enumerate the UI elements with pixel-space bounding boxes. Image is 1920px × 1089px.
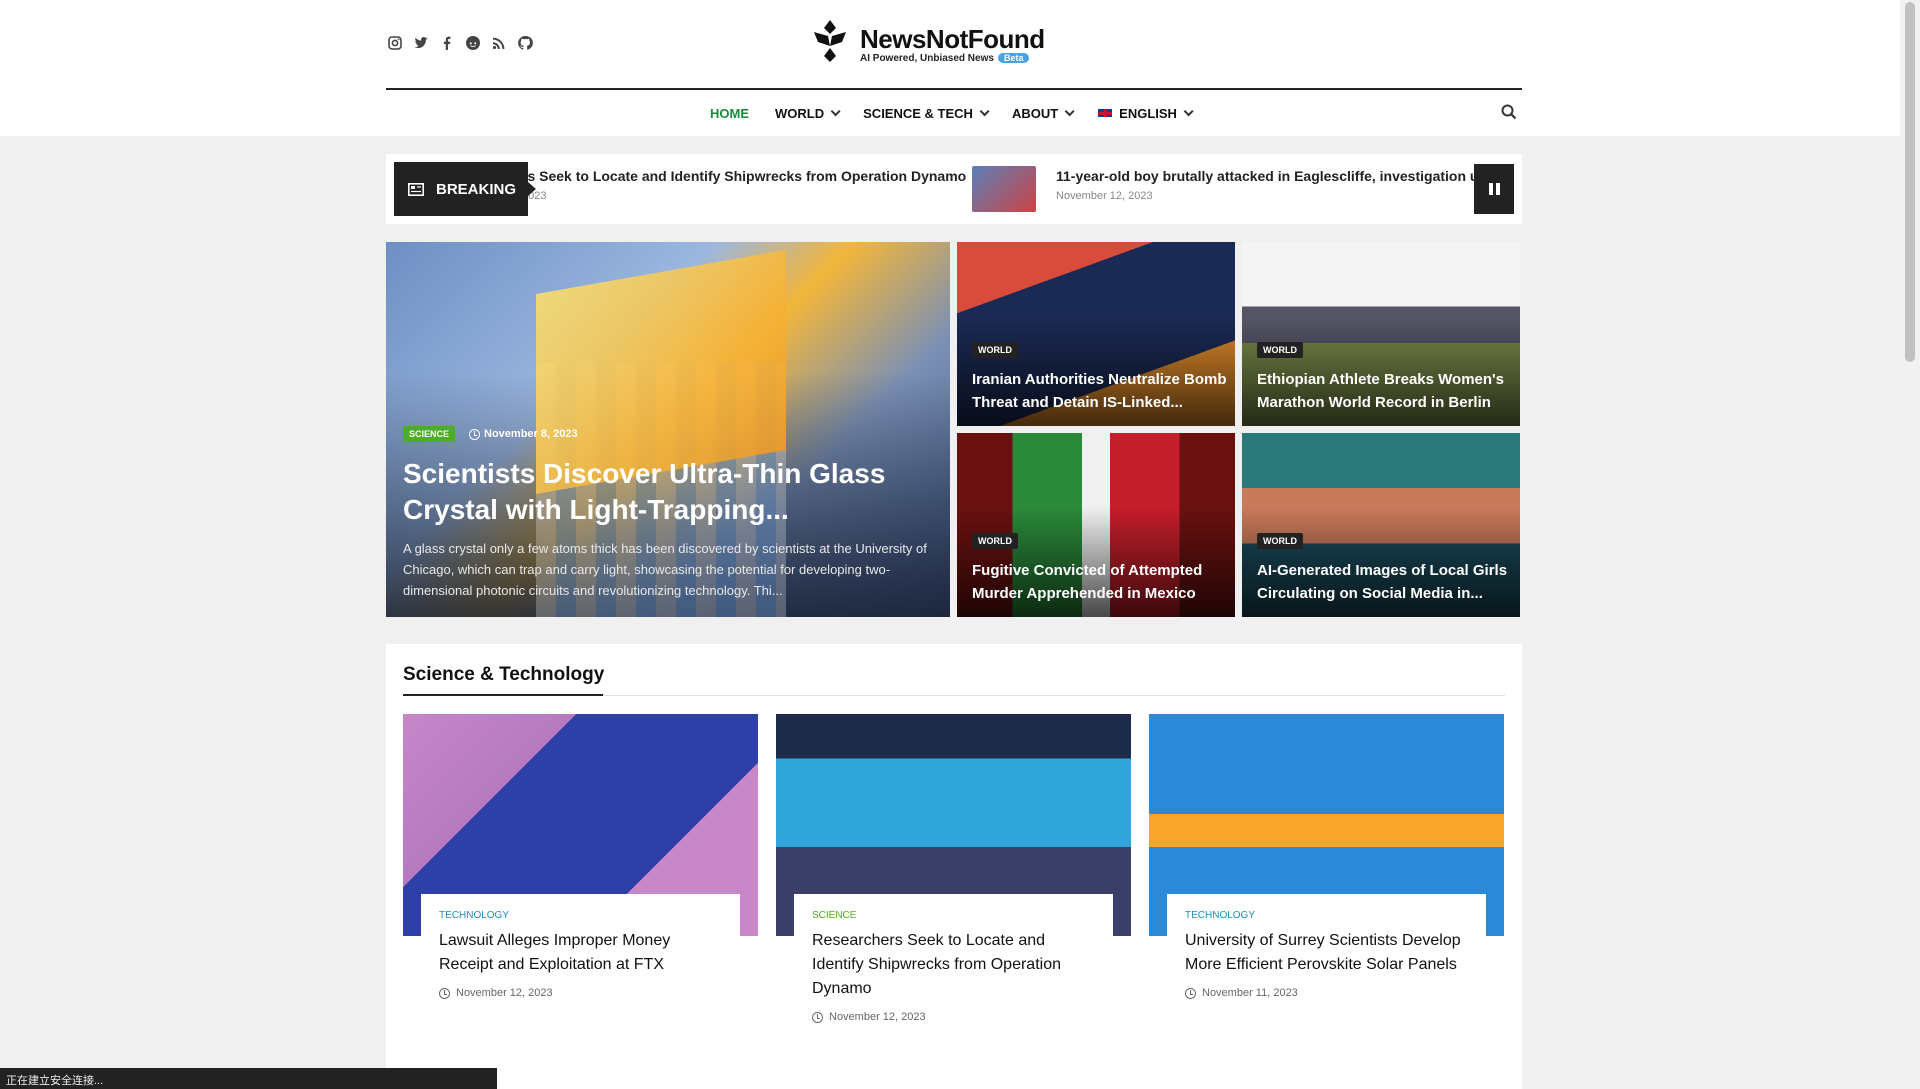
category-badge[interactable]: WORLD <box>972 533 1018 549</box>
nav-language[interactable]: ENGLISH <box>1097 100 1194 126</box>
article-title[interactable]: Researchers Seek to Locate and Identify … <box>812 929 1092 1001</box>
section-title: Science & Technology <box>403 664 605 685</box>
site-header: NewsNotFound AI Powered, Unbiased News B… <box>0 0 1900 136</box>
clock-icon <box>469 428 481 440</box>
science-tech-section: Science & Technology TECHNOLOGY Lawsuit … <box>386 644 1522 1089</box>
article-title[interactable]: University of Surrey Scientists Develop … <box>1185 929 1465 977</box>
nav-language-label: ENGLISH <box>1119 105 1177 121</box>
featured-title[interactable]: Scientists Discover Ultra-Thin Glass Cry… <box>403 456 923 528</box>
clock-icon <box>812 1011 823 1023</box>
nav-world[interactable]: WORLD <box>775 100 841 126</box>
article-category[interactable]: TECHNOLOGY <box>439 910 740 921</box>
nav-science-tech[interactable]: SCIENCE & TECH <box>863 100 990 126</box>
article-card-body: TECHNOLOGY University of Surrey Scientis… <box>1167 894 1486 999</box>
nav-science-tech-label: SCIENCE & TECH <box>863 105 973 121</box>
article-date: November 12, 2023 <box>812 1011 1113 1023</box>
article-date: November 12, 2023 <box>439 987 740 999</box>
article-category[interactable]: SCIENCE <box>812 910 1113 921</box>
article-title[interactable]: Lawsuit Alleges Improper Money Receipt a… <box>439 929 719 977</box>
section-title-underline <box>403 694 603 696</box>
brand-tagline: AI Powered, Unbiased News Beta <box>860 53 1045 64</box>
ticker-item-date: 2023 <box>522 190 547 202</box>
featured-excerpt: A glass crystal only a few atoms thick h… <box>403 541 927 598</box>
main-nav: HOME WORLD SCIENCE & TECH ABOUT ENGLISH <box>0 100 1900 126</box>
nav-home-label: HOME <box>710 105 750 121</box>
ticker-item[interactable]: 11-year-old boy brutally attacked in Eag… <box>1056 168 1503 202</box>
clock-icon <box>1185 987 1196 999</box>
instagram-icon[interactable] <box>386 34 404 52</box>
category-badge[interactable]: WORLD <box>1257 533 1303 549</box>
article-card[interactable]: TECHNOLOGY University of Surrey Scientis… <box>1149 714 1504 999</box>
header-divider <box>386 88 1522 90</box>
chevron-down-icon <box>979 105 990 116</box>
nav-about-label: ABOUT <box>1011 105 1059 121</box>
breaking-text: BREAKING <box>436 180 517 198</box>
article-date-text: November 12, 2023 <box>829 1011 926 1023</box>
category-badge[interactable]: WORLD <box>1257 342 1303 358</box>
grid-article-title[interactable]: Fugitive Convicted of Attempted Murder A… <box>972 559 1227 605</box>
uk-flag-icon <box>1097 108 1114 118</box>
breaking-label: BREAKING <box>394 162 536 216</box>
featured-meta: SCIENCE November 8, 2023 <box>403 426 578 442</box>
site-logo[interactable]: NewsNotFound AI Powered, Unbiased News B… <box>810 20 1045 67</box>
grid-article[interactable]: WORLD Ethiopian Athlete Breaks Women's M… <box>1242 242 1520 426</box>
twitter-icon[interactable] <box>412 34 430 52</box>
chevron-down-icon <box>1064 105 1075 116</box>
scrollbar-thumb[interactable] <box>1905 2 1915 362</box>
pause-icon <box>1495 183 1500 195</box>
reddit-icon[interactable] <box>464 34 482 52</box>
rss-icon[interactable] <box>490 34 508 52</box>
brand-name: NewsNotFound <box>860 23 1045 54</box>
chevron-down-icon <box>830 105 841 116</box>
ticker-track: rs Seek to Locate and Identify Shipwreck… <box>386 154 1522 224</box>
ticker-item-date: November 12, 2023 <box>1056 190 1153 202</box>
grid-article[interactable]: WORLD Fugitive Convicted of Attempted Mu… <box>957 433 1235 617</box>
article-card-body: TECHNOLOGY Lawsuit Alleges Improper Mone… <box>421 894 740 999</box>
facebook-icon[interactable] <box>438 34 456 52</box>
ticker-thumbnail[interactable] <box>972 166 1036 212</box>
grid-article-title[interactable]: AI-Generated Images of Local Girls Circu… <box>1257 559 1512 605</box>
social-links <box>386 34 534 52</box>
article-card[interactable]: SCIENCE Researchers Seek to Locate and I… <box>776 714 1131 1023</box>
github-icon[interactable] <box>516 34 534 52</box>
featured-date: November 8, 2023 <box>469 428 578 440</box>
grid-article-title[interactable]: Iranian Authorities Neutralize Bomb Thre… <box>972 368 1227 414</box>
category-badge[interactable]: SCIENCE <box>403 426 456 442</box>
logo-mark-icon <box>810 20 850 67</box>
article-category[interactable]: TECHNOLOGY <box>1185 910 1486 921</box>
grid-article[interactable]: WORLD Iranian Authorities Neutralize Bom… <box>957 242 1235 426</box>
newspaper-icon <box>408 182 424 196</box>
ticker-pause-button[interactable] <box>1474 164 1514 214</box>
category-badge[interactable]: WORLD <box>972 342 1018 358</box>
beta-badge: Beta <box>997 53 1030 63</box>
breaking-ticker: rs Seek to Locate and Identify Shipwreck… <box>386 154 1522 224</box>
ticker-item-title: 11-year-old boy brutally attacked in Eag… <box>1056 168 1504 184</box>
grid-article-title[interactable]: Ethiopian Athlete Breaks Women's Maratho… <box>1257 368 1512 414</box>
article-date-text: November 11, 2023 <box>1202 987 1298 999</box>
logo-text: NewsNotFound AI Powered, Unbiased News B… <box>860 24 1045 64</box>
article-date: November 11, 2023 <box>1185 987 1486 999</box>
ticker-item[interactable]: rs Seek to Locate and Identify Shipwreck… <box>522 168 966 202</box>
grid-article[interactable]: WORLD AI-Generated Images of Local Girls… <box>1242 433 1520 617</box>
clock-icon <box>439 987 450 999</box>
search-icon[interactable] <box>1500 103 1518 121</box>
browser-status-bar: 正在建立安全连接... <box>0 1068 497 1089</box>
chevron-down-icon <box>1183 105 1194 116</box>
article-date-text: November 12, 2023 <box>456 987 553 999</box>
article-card-body: SCIENCE Researchers Seek to Locate and I… <box>794 894 1113 1023</box>
pause-icon <box>1488 183 1493 195</box>
featured-date-text: November 8, 2023 <box>484 428 578 440</box>
nav-home[interactable]: HOME <box>710 100 749 126</box>
nav-world-label: WORLD <box>775 105 825 121</box>
page-scrollbar[interactable] <box>1900 0 1920 1089</box>
tagline-text: AI Powered, Unbiased News <box>860 52 994 64</box>
ticker-item-title: rs Seek to Locate and Identify Shipwreck… <box>522 168 967 184</box>
nav-about[interactable]: ABOUT <box>1011 100 1075 126</box>
featured-article[interactable]: SCIENCE November 8, 2023 Scientists Disc… <box>386 242 950 617</box>
article-card[interactable]: TECHNOLOGY Lawsuit Alleges Improper Mone… <box>403 714 758 999</box>
